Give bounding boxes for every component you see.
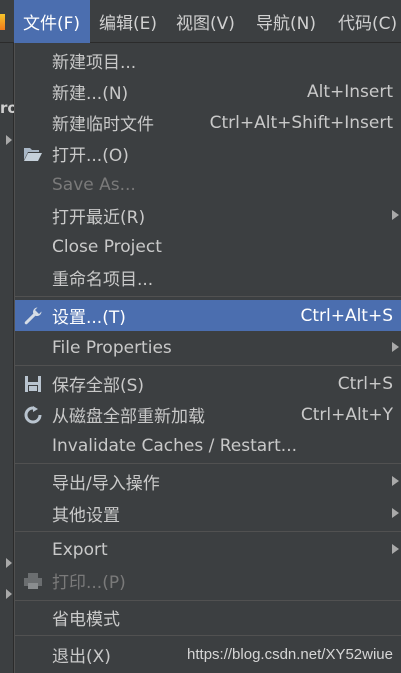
menu-item-label: 省电模式 [52,610,120,630]
menu-item-label: 导出/导入操作 [52,474,160,494]
menu-item-label: 设置...(T) [52,308,126,328]
submenu-arrow-icon [392,342,399,352]
menu-item-file-properties[interactable]: File Properties [15,332,401,363]
menu-separator [15,531,401,532]
menu-item-label: 新建临时文件 [52,115,154,135]
menu-item-shortcut: Ctrl+Alt+S [300,305,393,326]
menu-item-label: 其他设置 [52,506,120,526]
menu-item-reload-all[interactable]: 从磁盘全部重新加载 Ctrl+Alt+Y [15,399,401,430]
menu-separator [15,296,401,297]
menu-item-label: Export [52,539,108,560]
reload-icon [23,405,43,425]
menu-view[interactable]: 视图(V) [170,0,241,43]
menu-item-export[interactable]: Export [15,534,401,565]
menu-item-open-recent[interactable]: 打开最近(R) [15,200,401,231]
menu-edit[interactable]: 编辑(E) [93,0,163,43]
menu-item-label: 打开最近(R) [52,208,146,228]
menu-item-label: 打印...(P) [52,573,126,593]
menu-item-rename-project[interactable]: 重命名项目... [15,262,401,293]
menu-item-label: 重命名项目... [52,270,154,290]
menu-navigate[interactable]: 导航(N) [250,0,322,43]
save-icon [23,374,43,394]
submenu-arrow-icon [392,544,399,554]
menu-separator [15,635,401,636]
app-logo-icon [0,14,5,30]
menu-item-new[interactable]: 新建...(N) Alt+Insert [15,76,401,107]
menubar: 文件(F) 编辑(E) 视图(V) 导航(N) 代码(C) [0,0,401,43]
file-menu-dropdown: 新建项目... 新建...(N) Alt+Insert 新建临时文件 Ctrl+… [14,43,401,673]
menu-item-shortcut: Alt+Insert [306,81,393,102]
submenu-arrow-icon [392,476,399,486]
submenu-arrow-icon [392,210,399,220]
menu-item-power-save-mode[interactable]: 省电模式 [15,602,401,633]
watermark-text: https://blog.csdn.net/XY52wiue [187,646,393,663]
menu-item-label: 从磁盘全部重新加载 [52,407,205,427]
menu-item-other-settings[interactable]: 其他设置 [15,498,401,529]
menu-item-shortcut: Ctrl+S [337,373,393,394]
menu-separator [15,463,401,464]
menu-file[interactable]: 文件(F) [14,0,90,43]
expand-arrow-icon [6,589,12,599]
menu-item-label: 打开...(O) [52,146,129,166]
folder-open-icon [23,144,43,164]
project-title-fragment: ro [0,99,14,117]
menu-separator [15,365,401,366]
menu-separator [15,600,401,601]
menu-item-label: 新建项目... [52,53,137,73]
menu-item-shortcut: Ctrl+Alt+Shift+Insert [209,112,393,133]
menu-item-label: 保存全部(S) [52,376,145,396]
submenu-arrow-icon [392,508,399,518]
printer-icon [23,571,43,591]
menu-item-label: Save As... [52,174,136,195]
menu-item-exit[interactable]: 退出(X) https://blog.csdn.net/XY52wiue [15,639,401,670]
menu-item-save-as[interactable]: Save As... [15,169,401,200]
menu-item-label: Invalidate Caches / Restart... [52,435,298,456]
menu-item-label: 退出(X) [52,647,111,667]
menu-item-print[interactable]: 打印...(P) [15,565,401,596]
menu-item-shortcut: Ctrl+Alt+Y [300,404,393,425]
menu-item-label: File Properties [52,337,172,358]
menu-code[interactable]: 代码(C) [332,0,401,43]
menu-item-settings[interactable]: 设置...(T) Ctrl+Alt+S [15,300,401,331]
menu-item-save-all[interactable]: 保存全部(S) Ctrl+S [15,368,401,399]
wrench-icon [23,306,43,326]
menu-item-new-project[interactable]: 新建项目... [15,45,401,76]
menu-item-export-import[interactable]: 导出/导入操作 [15,466,401,497]
menu-item-invalidate-caches[interactable]: Invalidate Caches / Restart... [15,430,401,461]
expand-arrow-icon [6,558,12,568]
menu-item-open[interactable]: 打开...(O) [15,138,401,169]
menu-item-label: Close Project [52,236,162,257]
menu-item-close-project[interactable]: Close Project [15,231,401,262]
expand-arrow-icon [6,135,12,145]
menu-item-new-scratch-file[interactable]: 新建临时文件 Ctrl+Alt+Shift+Insert [15,107,401,138]
background-editor-strip: ro [0,43,14,673]
menu-item-label: 新建...(N) [52,84,129,104]
